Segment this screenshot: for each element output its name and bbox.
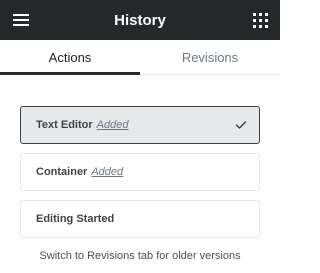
history-item-title: Container [36,166,88,178]
history-item-text-editor[interactable]: Text Editor Added [20,106,260,144]
history-item-editing-started[interactable]: Editing Started [20,200,260,238]
history-panel: History Actions Revisions Text Editor Ad… [0,0,280,273]
apps-grid-icon[interactable] [250,10,270,30]
revisions-hint: Switch to Revisions tab for older versio… [39,250,241,262]
history-item-action: Added [96,119,129,131]
history-list: Text Editor Added Container Added Editin… [20,106,260,247]
tab-revisions-label: Revisions [181,49,239,65]
history-item-container[interactable]: Container Added [20,153,260,191]
history-item-title: Text Editor [36,119,93,131]
tab-actions[interactable]: Actions [0,40,140,75]
check-icon [235,121,247,129]
history-item-title: Editing Started [36,213,115,225]
history-tabs: Actions Revisions [0,40,280,75]
panel-title: History [114,11,166,29]
panel-header: History [0,0,280,40]
history-item-action: Added [91,166,124,178]
tab-revisions[interactable]: Revisions [140,40,280,74]
hamburger-menu-icon[interactable] [10,10,32,30]
tab-actions-label: Actions [48,49,92,65]
